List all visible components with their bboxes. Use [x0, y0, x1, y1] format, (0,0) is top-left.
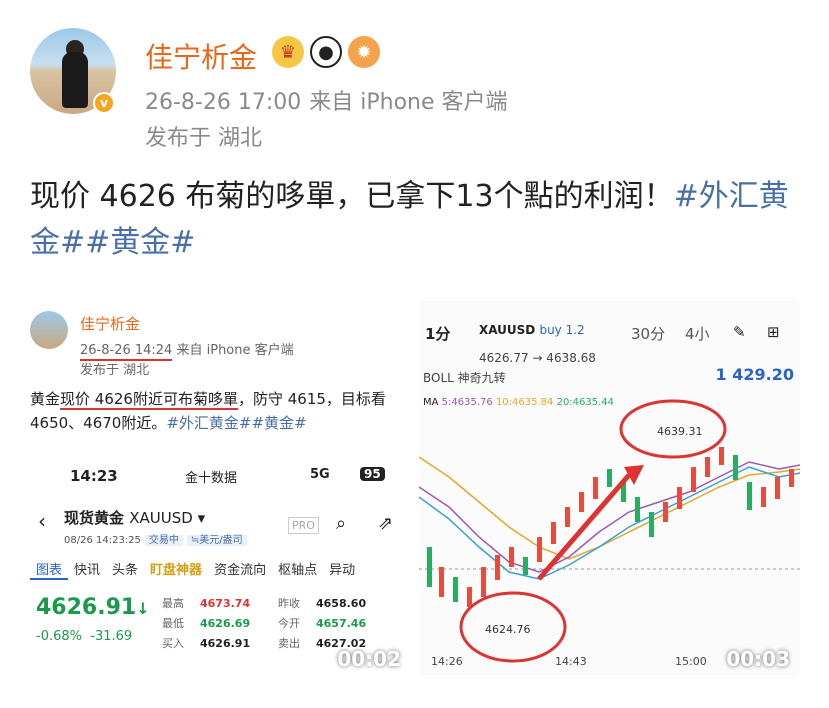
username[interactable]: 佳宁析金	[145, 36, 257, 76]
user-emoji-badges: ♛ ● ✹	[272, 36, 380, 68]
x-tick: 14:26	[431, 655, 463, 668]
avatar-figure-body	[62, 52, 88, 108]
pro-badge[interactable]: PRO	[288, 517, 319, 534]
mini-meta: 26-8-26 14:24 来自 iPhone 客户端	[80, 339, 294, 361]
quote-title: 现货黄金 XAUUSD ▾	[64, 509, 206, 527]
timeframe-30min[interactable]: 30分	[631, 323, 665, 344]
timeframe-4h[interactable]: 4小	[685, 323, 710, 344]
tab-movement[interactable]: 异动	[323, 559, 361, 580]
quote-header: ‹ 现货黄金 XAUUSD ▾ 08/26 14:23:25 交易中 ≒美元/盎司 …	[30, 503, 411, 551]
status-time: 14:23	[70, 467, 118, 485]
mini-username: 佳宁析金	[80, 315, 141, 333]
back-icon[interactable]: ‹	[38, 509, 46, 533]
quote-stats: 最高 4673.74 昨收 4658.60 最低 4626.69 今开 4657.46 …	[162, 593, 407, 653]
x-tick: 14:43	[555, 655, 587, 668]
tab-watch[interactable]: 盯盘神器	[144, 559, 208, 580]
tab-flash[interactable]: 快讯	[68, 559, 106, 580]
high-price-label: 4639.31	[657, 425, 703, 438]
verified-badge-icon: v	[93, 92, 115, 114]
mini-source: 来自 iPhone 客户端	[176, 343, 294, 358]
post-location: 发布于 湖北	[145, 126, 262, 151]
post-meta: 26-8-26 17:00 来自 iPhone 客户端	[145, 84, 508, 116]
grid-icon[interactable]: ⊞	[767, 323, 780, 341]
mini-avatar	[30, 311, 68, 349]
search-icon[interactable]: ⌕	[336, 513, 346, 534]
tab-flow[interactable]: 资金流向	[208, 559, 272, 580]
crown-icon: ♛	[272, 36, 304, 68]
stats-row: 最高 4673.74 昨收 4658.60	[162, 596, 367, 611]
video-duration: 00:02	[337, 647, 401, 671]
post-source: 来自 iPhone 客户端	[309, 90, 508, 115]
mini-text-highlight: 现价 4626附近可布菊哆單	[60, 390, 238, 410]
tab-headlines[interactable]: 头条	[106, 559, 144, 580]
tab-chart[interactable]: 图表	[30, 559, 69, 580]
mini-text-suffix: ，防守 4615，目标看	[237, 390, 386, 408]
symbol-label: XAUUSD buy 1.2	[479, 323, 585, 337]
draw-tool-icon[interactable]: ✎	[733, 323, 746, 341]
x-tick: 15:00	[675, 655, 707, 668]
quote-tabs: 图表 快讯 头条 盯盘神器 资金流向 枢轴点 异动	[30, 559, 411, 580]
current-price: 4626.91↓	[36, 595, 150, 620]
share-icon[interactable]: ⇗	[378, 513, 393, 534]
video-duration: 00:03	[726, 647, 790, 671]
hashtag-gold[interactable]: #黄金#	[85, 225, 195, 260]
chart-toolbar: 1分 XAUUSD buy 1.2 30分 4小 ✎ ⊞	[419, 319, 800, 347]
mini-post-text: 黄金现价 4626附近可布菊哆單，防守 4615，目标看 4650、4670附近…	[30, 387, 411, 435]
pufferfish-icon: ✹	[348, 36, 380, 68]
mini-text-line2: 4650、4670附近。	[30, 414, 167, 432]
status-signal: 5G	[310, 467, 330, 482]
post-text: 现价 4626 布菊的哆單，已拿下13个點的利润！#外汇黄金##黄金#	[30, 174, 800, 266]
status-battery: 95	[360, 467, 385, 481]
quote-subtitle: 08/26 14:23:25 交易中 ≒美元/盎司	[64, 531, 247, 546]
candles	[427, 447, 794, 607]
mini-hashtags: #外汇黄金##黄金#	[166, 414, 307, 432]
video-thumbnail-2[interactable]: 1分 XAUUSD buy 1.2 30分 4小 ✎ ⊞ 4626.77 → 4…	[419, 297, 800, 679]
indicator-tabs[interactable]: BOLL 神奇九转	[423, 369, 506, 386]
low-price-label: 4624.76	[485, 623, 531, 636]
account-balance: 1 429.20	[715, 365, 794, 384]
video-thumbnail-1[interactable]: 佳宁析金 26-8-26 14:24 来自 iPhone 客户端 发布于 湖北 …	[30, 297, 411, 679]
price-range: 4626.77 → 4638.68	[479, 351, 596, 365]
status-app: 金十数据	[185, 471, 238, 486]
timeframe-1min[interactable]: 1分	[425, 323, 450, 344]
stats-row: 最低 4626.69 今开 4657.46	[162, 616, 367, 631]
panda-icon: ●	[310, 36, 342, 68]
post-date: 26-8-26 17:00	[145, 90, 302, 115]
price-change: -0.68% -31.69	[36, 629, 133, 644]
tab-pivot[interactable]: 枢轴点	[272, 559, 323, 580]
phone-status-bar: 14:23 金十数据 5G 95	[30, 467, 411, 491]
candlestick-chart	[419, 399, 800, 663]
mini-text-prefix: 黄金	[30, 390, 61, 408]
ma-readout: MA 5:4635.76 10:4635.84 20:4635.44	[423, 397, 615, 408]
post-body: 现价 4626 布菊的哆單，已拿下13个點的利润！	[30, 179, 674, 214]
mini-location: 发布于 湖北	[80, 363, 150, 378]
